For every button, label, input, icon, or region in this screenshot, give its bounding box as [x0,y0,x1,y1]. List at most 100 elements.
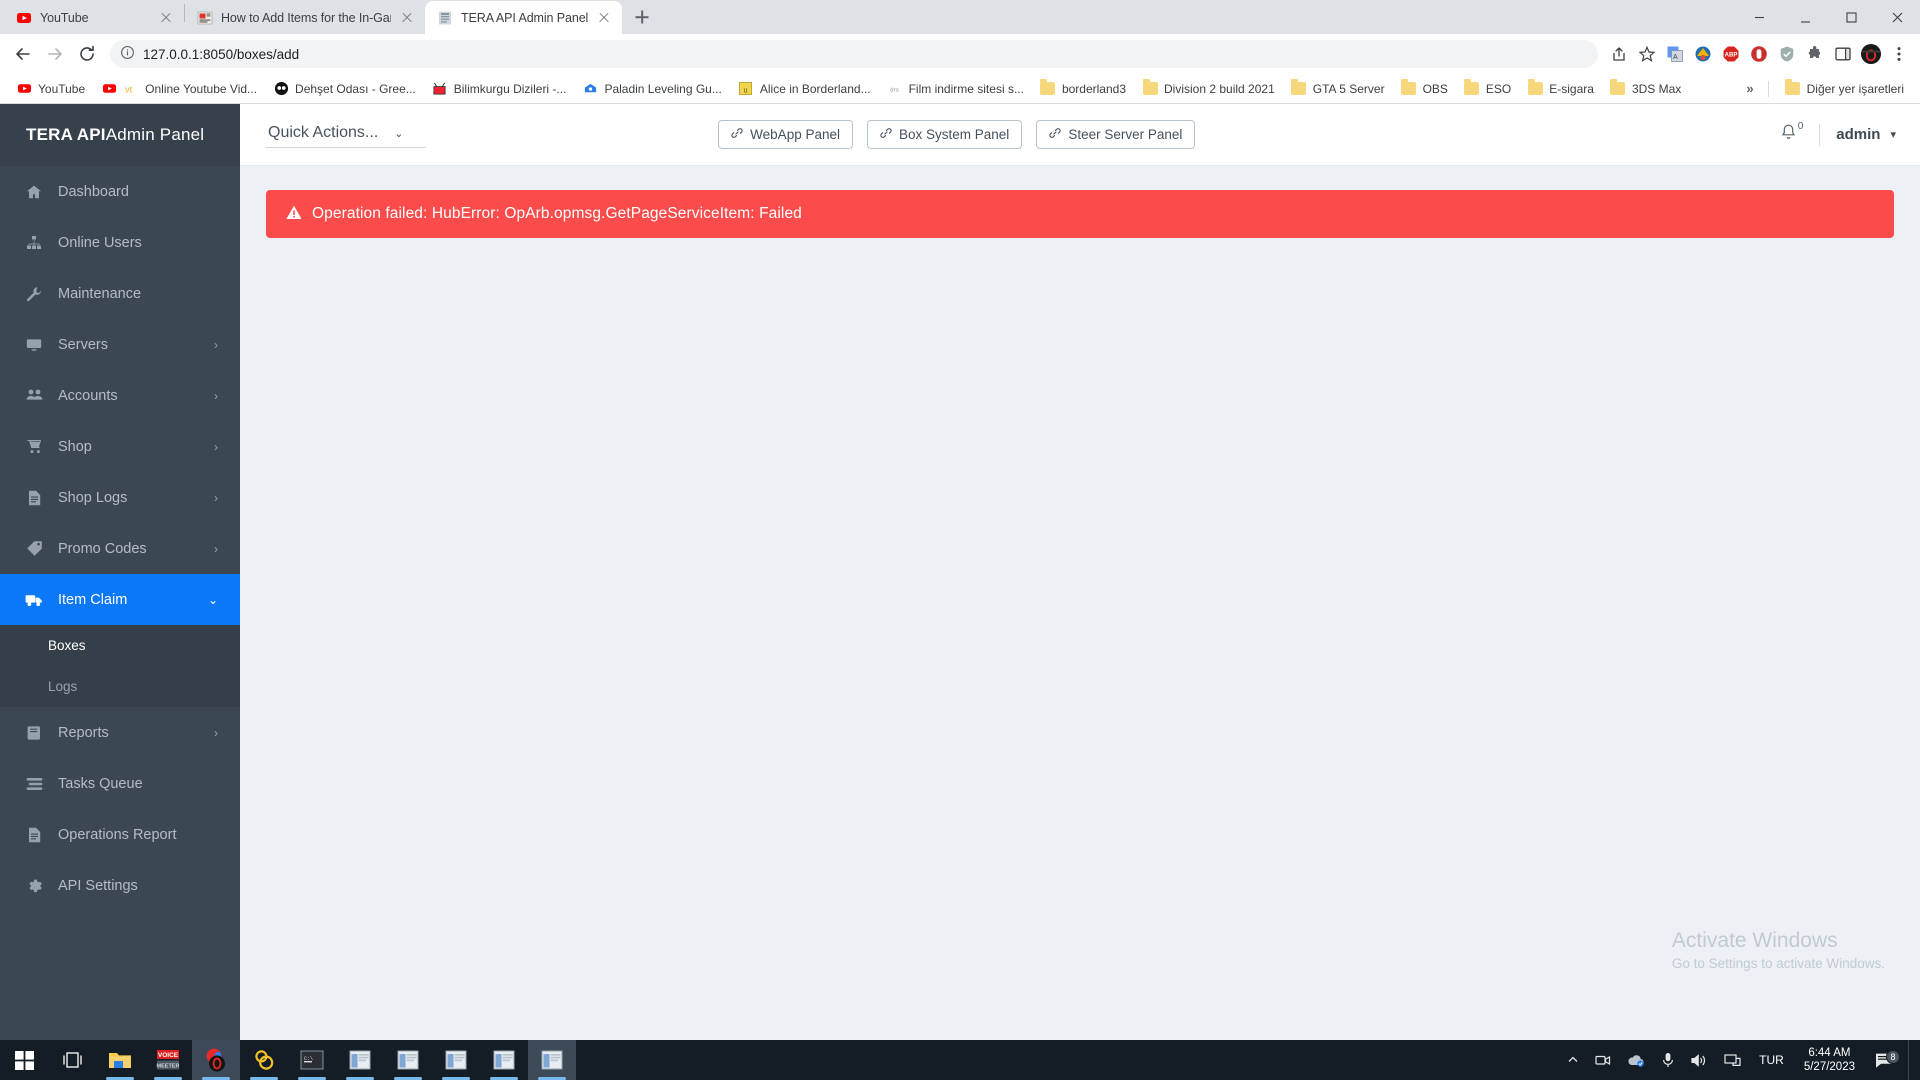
bookmark-label: Division 2 build 2021 [1164,81,1275,96]
terminal-icon[interactable]: C:\ [288,1040,336,1080]
onedrive-icon[interactable] [1619,1040,1653,1080]
ublock-extension-icon[interactable] [1746,41,1772,67]
bookmark-folder[interactable]: OBS [1393,78,1456,100]
forward-arrow-icon[interactable] [40,39,70,69]
user-menu[interactable]: admin ▾ [1836,126,1896,143]
display-icon[interactable] [1716,1040,1749,1080]
file-explorer-icon[interactable] [96,1040,144,1080]
bookmark-label: Paladin Leveling Gu... [604,81,722,96]
action-center-icon[interactable]: 8 [1865,1049,1904,1069]
sidepanel-icon[interactable] [1830,41,1856,67]
minimize-icon[interactable] [1736,0,1782,34]
star-icon[interactable] [1634,41,1660,67]
sidebar-item-item-claim[interactable]: Item Claim ⌄ [0,574,240,625]
bookmark-folder[interactable]: borderland3 [1032,78,1134,100]
steer-server-panel-button[interactable]: Steer Server Panel [1036,120,1196,149]
chrome-icon[interactable] [240,1040,288,1080]
sidebar-item-shop-logs[interactable]: Shop Logs › [0,472,240,523]
windows-start-icon[interactable] [0,1040,48,1080]
bookmark-folder[interactable]: Division 2 build 2021 [1134,78,1283,100]
sidebar-item-online-users[interactable]: Online Users [0,217,240,268]
app-main: Quick Actions... ⌄ WebApp Panel Box Syst… [240,104,1920,1040]
show-desktop-button[interactable] [1908,1040,1914,1080]
svg-text:A: A [1673,54,1678,61]
bookmark-folder[interactable]: 3DS Max [1602,78,1689,100]
window-app-icon[interactable] [432,1040,480,1080]
browser-tab-tera-admin[interactable]: TERA API Admin Panel [425,1,623,34]
sidebar-item-accounts[interactable]: Accounts › [0,370,240,421]
language-indicator[interactable]: TUR [1749,1053,1794,1067]
close-icon[interactable] [399,10,415,26]
browser-tab-article[interactable]: How to Add Items for the In-Gam [185,1,425,34]
new-tab-button[interactable] [628,3,656,31]
address-bar[interactable]: 127.0.0.1:8050/boxes/add [110,40,1598,68]
bookmarks-overflow-chevron[interactable]: » [1740,81,1759,96]
close-icon[interactable] [158,10,174,26]
webapp-panel-button[interactable]: WebApp Panel [718,120,853,149]
puzzle-extensions-icon[interactable] [1802,41,1828,67]
app-brand[interactable]: TERA API Admin Panel [0,104,240,166]
window-app-icon[interactable] [528,1040,576,1080]
sidebar-item-tasks-queue[interactable]: Tasks Queue [0,758,240,809]
task-view-icon[interactable] [48,1040,96,1080]
sidebar-item-api-settings[interactable]: API Settings [0,860,240,911]
taskbar-clock[interactable]: 6:44 AM 5/27/2023 [1794,1046,1865,1074]
bookmark-item[interactable]: Dehşet Odası - Gree... [265,78,424,100]
restore-icon[interactable] [1782,0,1828,34]
show-hidden-icons-chevron[interactable] [1559,1040,1587,1080]
bookmark-item[interactable]: vt Online Youtube Vid... [93,78,265,100]
box-system-panel-button[interactable]: Box System Panel [867,120,1023,149]
link-icon [880,127,892,142]
volume-icon[interactable] [1683,1040,1716,1080]
bookmark-item[interactable]: Bilimkurgu Dizileri -... [424,78,575,100]
sidebar-subitem-logs[interactable]: Logs [0,666,240,707]
close-icon[interactable] [596,10,612,26]
youtube-icon [16,81,32,97]
window-app-icon[interactable] [336,1040,384,1080]
microphone-icon[interactable] [1653,1040,1683,1080]
browser-tab-youtube[interactable]: YouTube [4,1,184,34]
bookmark-item[interactable]: u Alice in Borderland... [730,78,879,100]
opera-icon[interactable] [192,1040,240,1080]
folder-icon [1527,79,1543,97]
abp-extension-icon[interactable]: ABP [1718,41,1744,67]
info-circle-icon[interactable] [120,45,135,63]
sidebar-item-promo-codes[interactable]: Promo Codes › [0,523,240,574]
quick-actions-dropdown[interactable]: Quick Actions... ⌄ [266,121,426,148]
bookmark-item[interactable]: Paladin Leveling Gu... [574,78,729,100]
chevron-right-icon: › [214,541,218,556]
bookmark-item[interactable]: (rrs Film indirme sitesi s... [879,78,1032,100]
sidebar-item-label: Promo Codes [58,540,147,557]
sidebar-item-operations-report[interactable]: Operations Report [0,809,240,860]
svg-text:MEETER: MEETER [157,1064,180,1070]
translate-extension-icon[interactable]: A [1662,41,1688,67]
download-extension-icon[interactable] [1690,41,1716,67]
opera-profile-icon[interactable] [1858,41,1884,67]
bookmark-folder[interactable]: E-sigara [1519,78,1602,100]
shield-extension-icon[interactable] [1774,41,1800,67]
voicemeeter-icon[interactable]: VOICE MEETER [144,1040,192,1080]
sidebar-subitem-boxes[interactable]: Boxes [0,625,240,666]
close-icon[interactable] [1874,0,1920,34]
screen-record-icon[interactable] [1587,1040,1619,1080]
bookmark-item[interactable]: YouTube [8,78,93,100]
sidebar-item-label: Tasks Queue [58,775,143,792]
back-arrow-icon[interactable] [8,39,38,69]
bookmark-folder[interactable]: GTA 5 Server [1283,78,1393,100]
maximize-icon[interactable] [1828,0,1874,34]
sidebar-item-dashboard[interactable]: Dashboard [0,166,240,217]
bookmark-label: Film indirme sitesi s... [908,81,1024,96]
bookmark-folder[interactable]: ESO [1456,78,1519,100]
other-bookmarks-folder[interactable]: Diğer yer işaretleri [1777,78,1912,100]
bookmarks-bar: YouTube vt Online Youtube Vid... Dehşet … [0,74,1920,104]
three-dot-menu-icon[interactable] [1886,41,1912,67]
sidebar-item-maintenance[interactable]: Maintenance [0,268,240,319]
sidebar-item-reports[interactable]: Reports › [0,707,240,758]
reload-icon[interactable] [72,39,102,69]
sidebar-item-shop[interactable]: Shop › [0,421,240,472]
window-app-icon[interactable] [480,1040,528,1080]
sidebar-item-servers[interactable]: Servers › [0,319,240,370]
share-icon[interactable] [1606,41,1632,67]
notifications-button[interactable]: 0 [1780,121,1803,146]
window-app-icon[interactable] [384,1040,432,1080]
